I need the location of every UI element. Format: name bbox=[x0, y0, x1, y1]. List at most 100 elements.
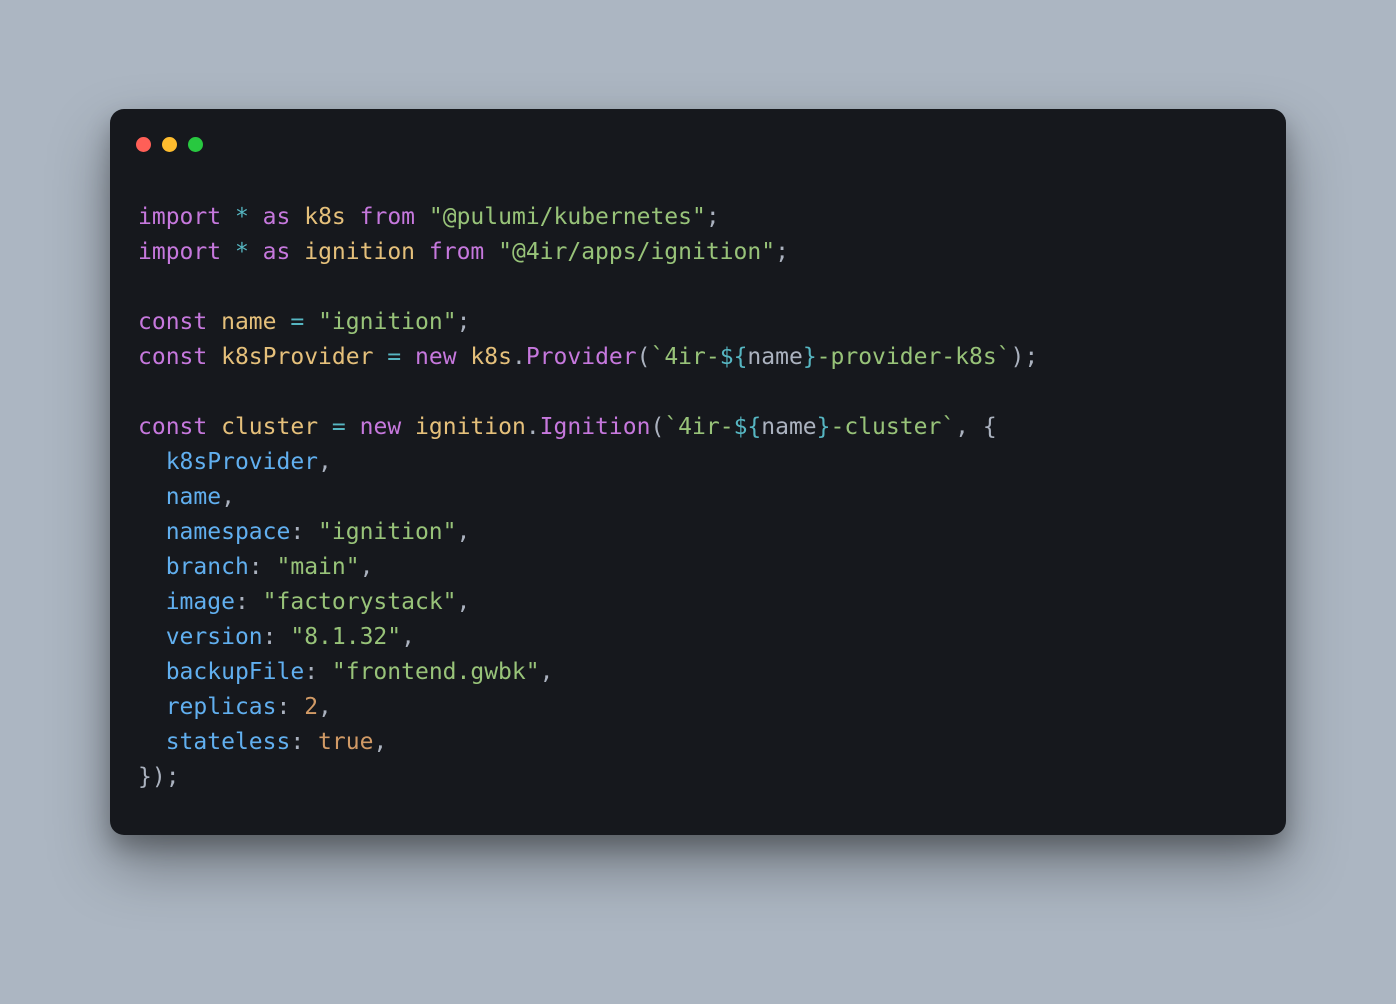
code-line: const name = "ignition"; bbox=[138, 305, 1258, 340]
token-tmplbr: ${ bbox=[720, 344, 748, 370]
token-bool: true bbox=[318, 729, 373, 755]
token-ident: cluster bbox=[221, 414, 318, 440]
code-block: import * as k8s from "@pulumi/kubernetes… bbox=[110, 164, 1286, 804]
token-punc: : bbox=[249, 554, 277, 580]
token-punc: : bbox=[304, 659, 332, 685]
token-kw: const bbox=[138, 414, 207, 440]
code-window: import * as k8s from "@pulumi/kubernetes… bbox=[110, 109, 1286, 834]
token-punc bbox=[373, 344, 387, 370]
token-punc bbox=[138, 484, 166, 510]
token-punc bbox=[138, 729, 166, 755]
code-line: k8sProvider, bbox=[138, 445, 1258, 480]
token-op: * bbox=[235, 204, 249, 230]
token-punc: , bbox=[540, 659, 554, 685]
fullscreen-icon[interactable] bbox=[188, 137, 203, 152]
token-punc: , { bbox=[955, 414, 997, 440]
token-str: "8.1.32" bbox=[290, 624, 401, 650]
token-punc: , bbox=[373, 729, 387, 755]
token-ident: k8sProvider bbox=[221, 344, 373, 370]
token-punc bbox=[138, 694, 166, 720]
token-ident2: branch bbox=[166, 554, 249, 580]
token-punc: : bbox=[290, 729, 318, 755]
token-plain: name bbox=[761, 414, 816, 440]
token-ident2: name bbox=[166, 484, 221, 510]
token-punc: : bbox=[276, 694, 304, 720]
token-kw: as bbox=[263, 204, 291, 230]
token-kw: new bbox=[360, 414, 402, 440]
code-line: }); bbox=[138, 760, 1258, 795]
token-punc bbox=[401, 414, 415, 440]
token-ident: ignition bbox=[304, 239, 415, 265]
token-str: "main" bbox=[277, 554, 360, 580]
token-plain: name bbox=[747, 344, 802, 370]
token-tmpl: -provider-k8s` bbox=[817, 344, 1011, 370]
code-line: version: "8.1.32", bbox=[138, 620, 1258, 655]
code-line: name, bbox=[138, 480, 1258, 515]
token-punc bbox=[221, 204, 235, 230]
token-punc bbox=[207, 414, 221, 440]
token-punc bbox=[249, 204, 263, 230]
token-punc bbox=[401, 344, 415, 370]
token-str: "@pulumi/kubernetes" bbox=[429, 204, 706, 230]
token-punc bbox=[290, 204, 304, 230]
token-call: Provider bbox=[526, 344, 637, 370]
token-num: 2 bbox=[304, 694, 318, 720]
token-punc: ; bbox=[775, 239, 789, 265]
token-op: * bbox=[235, 239, 249, 265]
code-line: const cluster = new ignition.Ignition(`4… bbox=[138, 410, 1258, 445]
token-ident2: namespace bbox=[166, 519, 291, 545]
token-punc bbox=[138, 589, 166, 615]
token-tmplbr: } bbox=[817, 414, 831, 440]
token-ident: name bbox=[221, 309, 276, 335]
token-str: "ignition" bbox=[318, 309, 456, 335]
token-kw: import bbox=[138, 239, 221, 265]
close-icon[interactable] bbox=[136, 137, 151, 152]
token-str: "factorystack" bbox=[263, 589, 457, 615]
token-ident: k8s bbox=[304, 204, 346, 230]
token-ident2: stateless bbox=[166, 729, 291, 755]
token-punc bbox=[221, 239, 235, 265]
token-punc bbox=[346, 204, 360, 230]
token-ident2: image bbox=[166, 589, 235, 615]
token-kw: const bbox=[138, 344, 207, 370]
token-punc: . bbox=[512, 344, 526, 370]
token-punc bbox=[346, 414, 360, 440]
token-ident2: replicas bbox=[166, 694, 277, 720]
code-line: image: "factorystack", bbox=[138, 585, 1258, 620]
token-punc bbox=[484, 239, 498, 265]
code-line: branch: "main", bbox=[138, 550, 1258, 585]
token-ident2: backupFile bbox=[166, 659, 304, 685]
token-ident2: k8sProvider bbox=[166, 449, 318, 475]
token-punc bbox=[249, 239, 263, 265]
code-line bbox=[138, 375, 1258, 410]
token-punc bbox=[457, 344, 471, 370]
token-tmplbr: ${ bbox=[734, 414, 762, 440]
token-punc: , bbox=[221, 484, 235, 510]
token-punc bbox=[318, 414, 332, 440]
token-punc bbox=[138, 554, 166, 580]
token-punc bbox=[415, 239, 429, 265]
minimize-icon[interactable] bbox=[162, 137, 177, 152]
token-punc: ; bbox=[706, 204, 720, 230]
code-line: replicas: 2, bbox=[138, 690, 1258, 725]
token-punc bbox=[304, 309, 318, 335]
token-str: "frontend.gwbk" bbox=[332, 659, 540, 685]
code-line: backupFile: "frontend.gwbk", bbox=[138, 655, 1258, 690]
token-kw: from bbox=[429, 239, 484, 265]
token-kw: const bbox=[138, 309, 207, 335]
token-punc: ); bbox=[1011, 344, 1039, 370]
token-str: "@4ir/apps/ignition" bbox=[498, 239, 775, 265]
token-punc bbox=[207, 344, 221, 370]
token-punc: , bbox=[318, 449, 332, 475]
token-call: Ignition bbox=[540, 414, 651, 440]
token-op: = bbox=[387, 344, 401, 370]
token-punc bbox=[138, 519, 166, 545]
token-kw: from bbox=[360, 204, 415, 230]
token-str: "ignition" bbox=[318, 519, 456, 545]
token-punc: . bbox=[526, 414, 540, 440]
token-punc: : bbox=[290, 519, 318, 545]
token-punc bbox=[207, 309, 221, 335]
code-line: stateless: true, bbox=[138, 725, 1258, 760]
token-ident: k8s bbox=[470, 344, 512, 370]
token-tmpl: -cluster` bbox=[831, 414, 956, 440]
